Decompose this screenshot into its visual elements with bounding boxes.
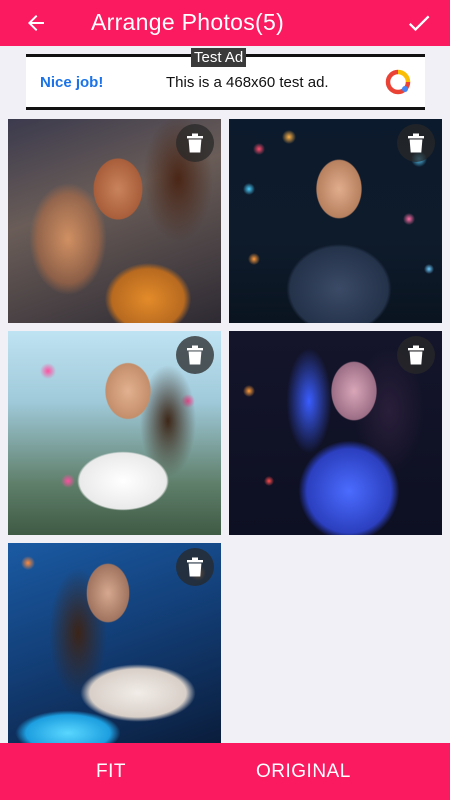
trash-icon	[408, 345, 424, 365]
page-title: Arrange Photos(5)	[91, 9, 285, 35]
back-button[interactable]	[22, 9, 50, 37]
photo-tile[interactable]	[8, 331, 221, 535]
delete-photo-button[interactable]	[176, 124, 214, 162]
photo-tile[interactable]	[8, 119, 221, 323]
fit-button[interactable]: FIT	[0, 743, 225, 800]
arrow-left-icon	[28, 15, 44, 31]
delete-photo-button[interactable]	[397, 336, 435, 374]
ad-headline: Nice job!	[40, 74, 104, 91]
ad-container: Test Ad Nice job! This is a 468x60 test …	[0, 46, 450, 113]
trash-icon	[408, 133, 424, 153]
photo-tile[interactable]	[229, 331, 442, 535]
photo-tile[interactable]	[8, 543, 221, 747]
done-button[interactable]	[404, 8, 434, 38]
check-icon	[408, 15, 430, 32]
ad-body-text: This is a 468x60 test ad.	[166, 74, 329, 91]
delete-photo-button[interactable]	[176, 548, 214, 586]
delete-photo-button[interactable]	[176, 336, 214, 374]
trash-icon	[187, 557, 203, 577]
photo-tile[interactable]	[229, 119, 442, 323]
trash-icon	[187, 133, 203, 153]
top-app-bar: Arrange Photos(5)	[0, 0, 450, 46]
original-button[interactable]: ORIGINAL	[225, 743, 450, 800]
delete-photo-button[interactable]	[397, 124, 435, 162]
test-ad-badge: Test Ad	[191, 48, 247, 67]
bottom-action-bar: FIT ORIGINAL	[0, 743, 450, 800]
trash-icon	[187, 345, 203, 365]
admob-logo-icon	[385, 69, 411, 95]
photo-grid	[0, 113, 450, 747]
